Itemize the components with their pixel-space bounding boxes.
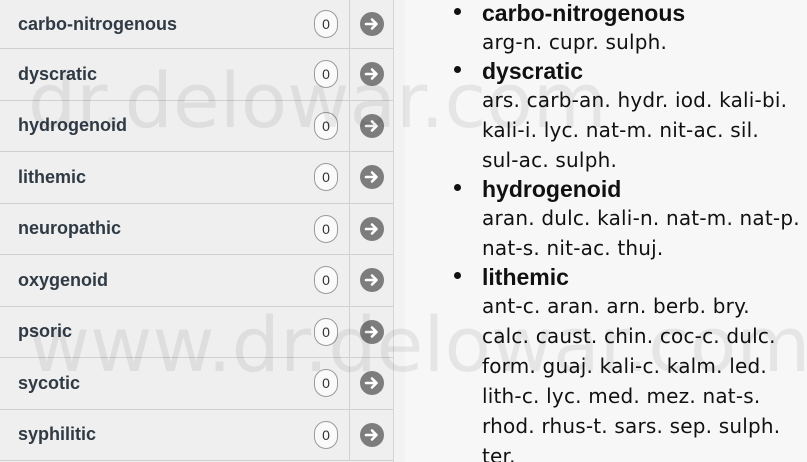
bullet-icon [454, 184, 461, 191]
arrow-right-circle-icon[interactable] [360, 216, 384, 241]
remedy-entry: carbo-nitrogenous arg-n. cupr. sulph. [405, 0, 807, 57]
remedy-text: arg-n. cupr. sulph. [482, 30, 668, 54]
row-divider [349, 152, 350, 203]
remedy-list: carbo-nitrogenous arg-n. cupr. sulph. dy… [405, 0, 807, 462]
list-item[interactable]: sycotic 0 [0, 358, 393, 410]
rubric-heading: hydrogenoid [482, 176, 622, 202]
row-divider [349, 100, 350, 151]
rubric-list: carbo-nitrogenous 0 dyscratic 0 hydrogen… [0, 0, 393, 461]
list-item[interactable]: dyscratic 0 [0, 49, 393, 101]
list-item-label: oxygenoid [18, 269, 109, 290]
count-badge: 0 [314, 317, 338, 346]
arrow-right-circle-icon[interactable] [360, 165, 384, 190]
row-divider [349, 49, 350, 100]
rubric-list-panel: carbo-nitrogenous 0 dyscratic 0 hydrogen… [0, 0, 394, 462]
count-badge: 0 [314, 10, 338, 38]
remedy-text: aran. dulc. kali-n. nat-m. nat-p. nat-s.… [482, 206, 800, 260]
arrow-right-circle-icon[interactable] [360, 12, 384, 36]
count-badge: 0 [314, 420, 338, 449]
list-item-label: psoric [18, 321, 73, 342]
remedy-detail-panel: carbo-nitrogenous arg-n. cupr. sulph. dy… [405, 0, 807, 462]
list-item[interactable]: hydrogenoid 0 [0, 100, 393, 152]
list-item[interactable]: carbo-nitrogenous 0 [0, 0, 393, 49]
list-item-label: carbo-nitrogenous [18, 13, 178, 34]
row-divider [349, 255, 350, 306]
list-item-label: sycotic [18, 372, 81, 393]
bullet-icon [454, 8, 461, 15]
list-item-label: neuropathic [18, 218, 122, 239]
remedy-entry: hydrogenoid aran. dulc. kali-n. nat-m. n… [405, 175, 807, 263]
arrow-right-circle-icon[interactable] [360, 319, 384, 344]
remedy-text: ant-c. aran. arn. berb. bry. calc. caust… [482, 294, 781, 462]
list-item-label: hydrogenoid [18, 115, 127, 136]
count-badge: 0 [314, 214, 338, 243]
remedy-entry: lithemic ant-c. aran. arn. berb. bry. ca… [405, 263, 807, 462]
bullet-icon [454, 272, 461, 279]
rubric-heading: dyscratic [482, 58, 584, 84]
list-item[interactable]: psoric 0 [0, 306, 393, 358]
list-item[interactable]: neuropathic 0 [0, 203, 393, 255]
arrow-right-circle-icon[interactable] [360, 62, 384, 87]
count-badge: 0 [314, 369, 338, 398]
count-badge: 0 [314, 266, 338, 295]
row-divider [349, 306, 350, 357]
list-item[interactable]: oxygenoid 0 [0, 255, 393, 307]
row-divider [349, 203, 350, 254]
list-item-label: lithemic [18, 166, 87, 187]
rubric-heading: carbo-nitrogenous [482, 0, 686, 26]
remedy-entry: dyscratic ars. carb-an. hydr. iod. kali-… [405, 57, 807, 175]
arrow-right-circle-icon[interactable] [360, 268, 384, 293]
count-badge: 0 [314, 163, 338, 192]
bullet-icon [454, 66, 461, 73]
list-item[interactable]: syphilitic 0 [0, 409, 393, 461]
row-divider [349, 409, 350, 460]
arrow-right-circle-icon[interactable] [360, 371, 384, 396]
list-item[interactable]: lithemic 0 [0, 152, 393, 204]
remedy-text: ars. carb-an. hydr. iod. kali-bi. kali-i… [482, 88, 788, 172]
count-badge: 0 [314, 60, 338, 89]
row-divider [349, 0, 350, 48]
row-divider [349, 358, 350, 409]
rubric-heading: lithemic [482, 264, 569, 290]
count-badge: 0 [314, 111, 338, 140]
arrow-right-circle-icon[interactable] [360, 422, 384, 447]
arrow-right-circle-icon[interactable] [360, 113, 384, 138]
list-item-label: syphilitic [18, 424, 97, 445]
list-item-label: dyscratic [18, 63, 98, 84]
